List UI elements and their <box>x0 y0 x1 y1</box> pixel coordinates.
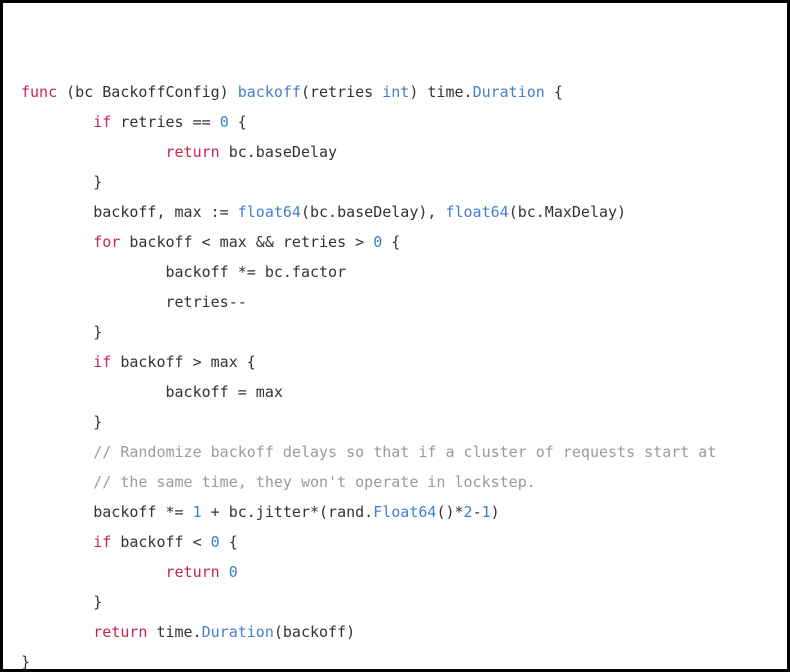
code-token: ) time. <box>409 83 472 101</box>
code-token: if <box>93 533 120 551</box>
code-token: backoff *= <box>93 503 192 521</box>
code-token: backoff < max && retries > <box>129 233 373 251</box>
code-token: ) <box>491 503 500 521</box>
indent <box>21 113 93 131</box>
code-token: } <box>93 593 102 611</box>
code-token: } <box>21 653 30 671</box>
code-token: } <box>93 173 102 191</box>
code-line: } <box>21 167 769 197</box>
indent <box>21 623 93 641</box>
code-token: { <box>220 533 238 551</box>
code-token: } <box>93 413 102 431</box>
code-token: 1 <box>482 503 491 521</box>
code-token: (bc BackoffConfig) <box>66 83 238 101</box>
code-line: retries-- <box>21 287 769 317</box>
indent <box>21 593 93 611</box>
code-block: func (bc BackoffConfig) backoff(retries … <box>0 0 790 672</box>
code-token: Duration <box>202 623 274 641</box>
code-token: return <box>93 623 156 641</box>
code-line: return 0 <box>21 557 769 587</box>
indent <box>21 203 93 221</box>
indent <box>21 263 166 281</box>
code-token: { <box>545 83 563 101</box>
code-line: backoff, max := float64(bc.baseDelay), f… <box>21 197 769 227</box>
code-line: } <box>21 317 769 347</box>
code-token: backoff <box>238 83 301 101</box>
indent <box>21 383 166 401</box>
code-token: Float64 <box>373 503 436 521</box>
code-token: 0 <box>373 233 382 251</box>
code-token: if <box>93 113 120 131</box>
code-token: 1 <box>193 503 202 521</box>
code-line: } <box>21 407 769 437</box>
code-token: return <box>166 143 229 161</box>
code-token: } <box>93 323 102 341</box>
code-line: return bc.baseDelay <box>21 137 769 167</box>
code-token: + bc.jitter*(rand. <box>202 503 374 521</box>
code-line: // the same time, they won't operate in … <box>21 467 769 497</box>
code-token: for <box>93 233 129 251</box>
code-line: if backoff > max { <box>21 347 769 377</box>
code-line: return time.Duration(backoff) <box>21 617 769 647</box>
code-token: backoff *= bc.factor <box>166 263 347 281</box>
code-line: for backoff < max && retries > 0 { <box>21 227 769 257</box>
code-token: 2 <box>464 503 473 521</box>
code-token: 0 <box>229 563 238 581</box>
code-token: backoff < <box>120 533 210 551</box>
code-token: - <box>473 503 482 521</box>
code-token: bc.baseDelay <box>229 143 337 161</box>
indent <box>21 233 93 251</box>
code-token: backoff = max <box>166 383 283 401</box>
code-token: // Randomize backoff delays so that if a… <box>93 443 716 461</box>
code-line: if retries == 0 { <box>21 107 769 137</box>
code-token: { <box>229 113 247 131</box>
code-token: (retries <box>301 83 382 101</box>
code-token: 0 <box>211 533 220 551</box>
code-token: { <box>382 233 400 251</box>
code-token: 0 <box>220 113 229 131</box>
code-token: Duration <box>473 83 545 101</box>
code-token: retries == <box>120 113 219 131</box>
code-token: return <box>166 563 229 581</box>
code-token: (bc.MaxDelay) <box>509 203 626 221</box>
code-token: (backoff) <box>274 623 355 641</box>
code-token: func <box>21 83 66 101</box>
code-token: float64 <box>445 203 508 221</box>
indent <box>21 143 166 161</box>
code-line: } <box>21 647 769 672</box>
code-token: float64 <box>238 203 301 221</box>
code-token: ()* <box>436 503 463 521</box>
code-line: // Randomize backoff delays so that if a… <box>21 437 769 467</box>
indent <box>21 443 93 461</box>
indent <box>21 473 93 491</box>
indent <box>21 293 166 311</box>
code-token: backoff, max := <box>93 203 238 221</box>
code-token: // the same time, they won't operate in … <box>93 473 536 491</box>
code-line: if backoff < 0 { <box>21 527 769 557</box>
code-line: backoff *= bc.factor <box>21 257 769 287</box>
code-lines: func (bc BackoffConfig) backoff(retries … <box>21 77 769 672</box>
code-token: backoff > max { <box>120 353 255 371</box>
code-token: (bc.baseDelay), <box>301 203 446 221</box>
indent <box>21 353 93 371</box>
code-line: backoff *= 1 + bc.jitter*(rand.Float64()… <box>21 497 769 527</box>
code-token: time. <box>156 623 201 641</box>
code-token: retries-- <box>166 293 247 311</box>
indent <box>21 503 93 521</box>
code-line: backoff = max <box>21 377 769 407</box>
indent <box>21 563 166 581</box>
code-token: int <box>382 83 409 101</box>
indent <box>21 323 93 341</box>
indent <box>21 413 93 431</box>
code-line: func (bc BackoffConfig) backoff(retries … <box>21 77 769 107</box>
code-token: if <box>93 353 120 371</box>
indent <box>21 173 93 191</box>
indent <box>21 533 93 551</box>
code-line: } <box>21 587 769 617</box>
